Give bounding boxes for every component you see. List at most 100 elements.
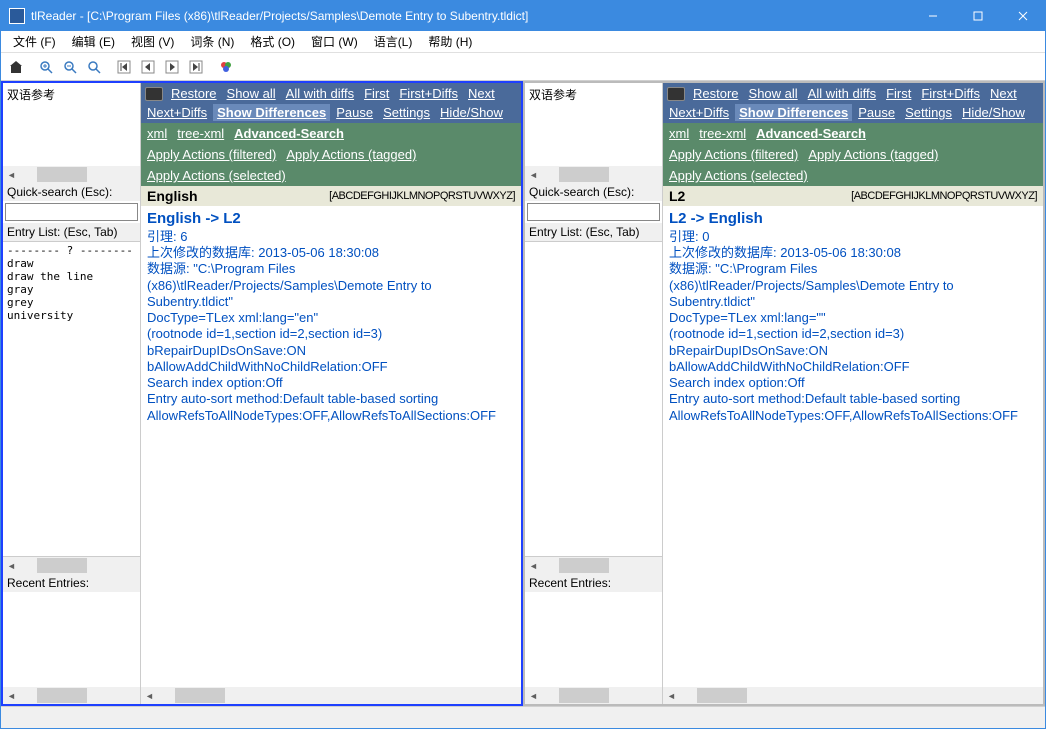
detail-panel[interactable]: English -> L2 引理: 6 上次修改的数据库: 2013-05-06… (141, 206, 521, 687)
apply-filtered-button[interactable]: Apply Actions (filtered) (665, 146, 802, 163)
hideshow-button[interactable]: Hide/Show (958, 104, 1029, 121)
camera-icon[interactable] (667, 87, 685, 101)
menu-help[interactable]: 帮助 (H) (420, 31, 480, 52)
list-item[interactable]: grey (5, 296, 138, 309)
showdiffs-button[interactable]: Show Differences (213, 104, 330, 121)
settings-button[interactable]: Settings (379, 104, 434, 121)
entry-list[interactable]: -------- ? -------- draw draw the line g… (3, 241, 140, 557)
entry-list[interactable] (525, 241, 662, 557)
list-item[interactable]: draw the line (5, 270, 138, 283)
treexml-button[interactable]: tree-xml (695, 125, 750, 142)
color-picker-icon[interactable] (215, 56, 237, 78)
recent-list[interactable] (3, 592, 140, 687)
apply-tagged-button[interactable]: Apply Actions (tagged) (282, 146, 420, 163)
xml-button[interactable]: xml (143, 125, 171, 142)
nav-last-icon[interactable] (185, 56, 207, 78)
hscroll[interactable]: ◄ (525, 687, 662, 704)
menu-format[interactable]: 格式 (O) (242, 31, 303, 52)
advsearch-button[interactable]: Advanced-Search (230, 125, 348, 142)
settings-button[interactable]: Settings (901, 104, 956, 121)
detail-heading: L2 -> English (669, 210, 1037, 229)
next-button[interactable]: Next (986, 85, 1021, 102)
hscroll[interactable]: ◄ (525, 166, 662, 183)
close-button[interactable] (1000, 1, 1045, 31)
left-pane: 双语参考 ◄ Quick-search (Esc): Entry List: (… (1, 81, 523, 706)
restore-button[interactable]: Restore (167, 85, 221, 102)
apply-filtered-button[interactable]: Apply Actions (filtered) (143, 146, 280, 163)
treexml-button[interactable]: tree-xml (173, 125, 228, 142)
menu-window[interactable]: 窗口 (W) (303, 31, 366, 52)
showall-button[interactable]: Show all (745, 85, 802, 102)
first-button[interactable]: First (882, 85, 915, 102)
titlebar[interactable]: tlReader - [C:\Program Files (x86)\tlRea… (1, 1, 1045, 31)
zoom-out-icon[interactable] (59, 56, 81, 78)
home-icon[interactable] (5, 56, 27, 78)
list-item[interactable]: university (5, 309, 138, 322)
nav-prev-icon[interactable] (137, 56, 159, 78)
alphabet-nav[interactable]: [ABCDEFGHIJKLMNOPQRSTUVWXYZ] (329, 190, 515, 202)
alphabet-nav[interactable]: [ABCDEFGHIJKLMNOPQRSTUVWXYZ] (851, 190, 1037, 202)
recent-list[interactable] (525, 592, 662, 687)
xml-button[interactable]: xml (665, 125, 693, 142)
hscroll[interactable]: ◄ (663, 687, 1043, 704)
hscroll[interactable]: ◄ (3, 557, 140, 574)
right-main: Restore Show all All with diffs First Fi… (663, 83, 1043, 704)
action-bar-blue: Restore Show all All with diffs First Fi… (141, 83, 521, 123)
list-item[interactable]: draw (5, 257, 138, 270)
nextdiffs-button[interactable]: Next+Diffs (143, 104, 211, 121)
camera-icon[interactable] (145, 87, 163, 101)
firstdiffs-button[interactable]: First+Diffs (917, 85, 984, 102)
showdiffs-button[interactable]: Show Differences (735, 104, 852, 121)
menu-view[interactable]: 视图 (V) (123, 31, 182, 52)
quicksearch-label: Quick-search (Esc): (3, 183, 140, 201)
allwithdiffs-button[interactable]: All with diffs (282, 85, 358, 102)
entrylist-label: Entry List: (Esc, Tab) (525, 223, 662, 241)
lang-name: L2 (669, 188, 685, 204)
first-button[interactable]: First (360, 85, 393, 102)
menu-file[interactable]: 文件 (F) (5, 31, 64, 52)
detail-row: Search index option:Off (669, 375, 1037, 391)
hscroll[interactable]: ◄ (3, 687, 140, 704)
app-icon (9, 8, 25, 24)
nav-first-icon[interactable] (113, 56, 135, 78)
apply-selected-button[interactable]: Apply Actions (selected) (143, 167, 290, 184)
minimize-button[interactable] (910, 1, 955, 31)
hscroll[interactable]: ◄ (525, 557, 662, 574)
menu-edit[interactable]: 编辑 (E) (64, 31, 123, 52)
restore-button[interactable]: Restore (689, 85, 743, 102)
firstdiffs-button[interactable]: First+Diffs (395, 85, 462, 102)
bilingual-ref-label: 双语参考 (525, 83, 662, 106)
detail-row: (rootnode id=1,section id=2,section id=3… (147, 326, 515, 342)
apply-selected-button[interactable]: Apply Actions (selected) (665, 167, 812, 184)
menu-language[interactable]: 语言(L) (366, 31, 421, 52)
detail-row: bAllowAddChildWithNoChildRelation:OFF (669, 359, 1037, 375)
zoom-reset-icon[interactable] (83, 56, 105, 78)
maximize-button[interactable] (955, 1, 1000, 31)
hscroll[interactable]: ◄ (141, 687, 521, 704)
nav-next-icon[interactable] (161, 56, 183, 78)
bilingual-ref-label: 双语参考 (3, 83, 140, 106)
toolbar (1, 53, 1045, 81)
list-item[interactable]: -------- ? -------- (5, 244, 138, 257)
menu-entry[interactable]: 词条 (N) (182, 31, 242, 52)
list-item[interactable]: gray (5, 283, 138, 296)
quicksearch-input[interactable] (527, 203, 660, 221)
detail-row: 引理: 6 (147, 229, 515, 245)
detail-row: 上次修改的数据库: 2013-05-06 18:30:08 (669, 245, 1037, 261)
content-area: 双语参考 ◄ Quick-search (Esc): Entry List: (… (1, 81, 1045, 706)
pause-button[interactable]: Pause (332, 104, 377, 121)
advsearch-button[interactable]: Advanced-Search (752, 125, 870, 142)
detail-row: DocType=TLex xml:lang="" (669, 310, 1037, 326)
next-button[interactable]: Next (464, 85, 499, 102)
recent-label: Recent Entries: (525, 574, 662, 592)
zoom-in-icon[interactable] (35, 56, 57, 78)
allwithdiffs-button[interactable]: All with diffs (804, 85, 880, 102)
quicksearch-input[interactable] (5, 203, 138, 221)
pause-button[interactable]: Pause (854, 104, 899, 121)
nextdiffs-button[interactable]: Next+Diffs (665, 104, 733, 121)
showall-button[interactable]: Show all (223, 85, 280, 102)
hideshow-button[interactable]: Hide/Show (436, 104, 507, 121)
hscroll[interactable]: ◄ (3, 166, 140, 183)
detail-panel[interactable]: L2 -> English 引理: 0 上次修改的数据库: 2013-05-06… (663, 206, 1043, 687)
apply-tagged-button[interactable]: Apply Actions (tagged) (804, 146, 942, 163)
